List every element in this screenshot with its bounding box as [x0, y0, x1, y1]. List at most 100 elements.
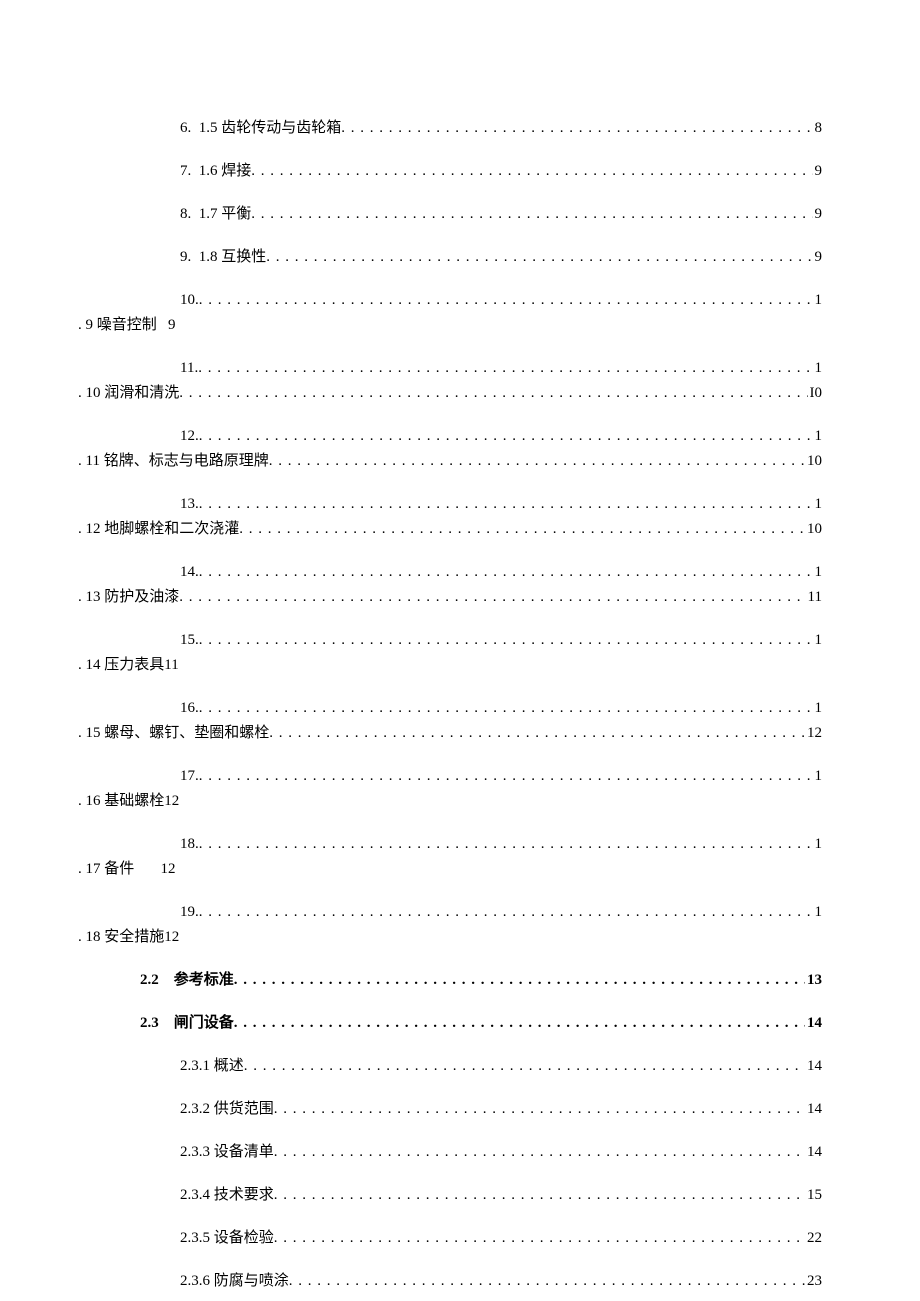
toc-leader-dots — [199, 834, 813, 855]
toc-label: 6. 1.5 齿轮传动与齿轮箱 — [180, 118, 341, 139]
toc-page-number-partial: 1 — [813, 766, 823, 787]
toc-leader-dots — [179, 587, 805, 608]
toc-label: 2.3.5 设备检验 — [180, 1228, 274, 1249]
toc-leader-dots — [199, 698, 813, 719]
toc-number: 14. — [180, 562, 199, 583]
toc-leader-dots — [198, 358, 812, 379]
toc-label-continuation: . 9 噪音控制 9 — [78, 315, 176, 336]
toc-leader-dots — [341, 118, 812, 139]
toc-leader-dots — [274, 1099, 805, 1120]
toc-number: 13. — [180, 494, 199, 515]
toc-page-number-partial: 1 — [813, 494, 823, 515]
toc-leader-dots — [199, 902, 813, 923]
toc-number: 12. — [180, 426, 199, 447]
toc-number: 17. — [180, 766, 199, 787]
page-container: 6. 1.5 齿轮传动与齿轮箱 8 7. 1.6 焊接 9 8. 1.7 平衡 … — [0, 0, 920, 1301]
toc-leader-dots — [199, 494, 813, 515]
toc-number: 18. — [180, 834, 199, 855]
toc-page-number: 13 — [805, 970, 822, 991]
toc-entry: 2.3.1 概述 14 — [180, 1056, 822, 1077]
toc-leader-dots — [289, 1271, 805, 1292]
toc-leader-dots — [274, 1142, 805, 1163]
toc-section: 2.2 参考标准 13 — [140, 970, 822, 991]
toc-label: 8. 1.7 平衡 — [180, 204, 251, 225]
toc-leader-dots — [251, 161, 812, 182]
toc-leader-dots — [179, 383, 807, 404]
toc-page-number-partial: 1 — [813, 358, 823, 379]
toc-page-number: 14 — [805, 1056, 822, 1077]
toc-page-number: 22 — [805, 1228, 822, 1249]
toc-page-number: 14 — [805, 1013, 822, 1034]
toc-label: 7. 1.6 焊接 — [180, 161, 251, 182]
toc-leader-dots — [199, 766, 813, 787]
toc-entry-wrapped: 14. 1 . 13 防护及油漆 11 — [78, 562, 822, 608]
toc-label-continuation: . 11 铭牌、标志与电路原理牌 — [78, 451, 269, 472]
toc-leader-dots — [269, 451, 805, 472]
toc-page-number: 15 — [805, 1185, 822, 1206]
toc-entry: 2.3.3 设备清单 14 — [180, 1142, 822, 1163]
toc-label: 2.3.4 技术要求 — [180, 1185, 274, 1206]
toc-entry-wrapped: 17. 1 . 16 基础螺栓12 — [78, 766, 822, 812]
toc-label: 2.3.3 设备清单 — [180, 1142, 274, 1163]
toc-page-number-partial: 1 — [813, 902, 823, 923]
toc-entry: 9. 1.8 互换性 9 — [180, 247, 822, 268]
toc-entry: 6. 1.5 齿轮传动与齿轮箱 8 — [180, 118, 822, 139]
toc-entry: 2.3.6 防腐与喷涂 23 — [180, 1271, 822, 1292]
toc-page-number-partial: 1 — [813, 698, 823, 719]
toc-label-continuation: . 15 螺母、螺钉、垫圈和螺栓 — [78, 723, 269, 744]
toc-leader-dots — [274, 1228, 805, 1249]
toc-page-number-partial: 1 — [813, 290, 823, 311]
toc-leader-dots — [266, 247, 812, 268]
toc-label-continuation: . 18 安全措施12 — [78, 927, 179, 948]
toc-page-number-partial: 1 — [813, 426, 823, 447]
toc-label: 2.3.2 供货范围 — [180, 1099, 274, 1120]
toc-entry-wrapped: 10. 1 . 9 噪音控制 9 — [78, 290, 822, 336]
toc-leader-dots — [234, 1013, 805, 1034]
toc-label: 2.3 闸门设备 — [140, 1013, 234, 1034]
toc-number: 19. — [180, 902, 199, 923]
toc-label-continuation: . 14 压力表具11 — [78, 655, 179, 676]
toc-number: 11. — [180, 358, 198, 379]
toc-entry: 2.3.2 供货范围 14 — [180, 1099, 822, 1120]
toc-leader-dots — [239, 519, 805, 540]
toc-label: 2.3.1 概述 — [180, 1056, 244, 1077]
toc-page-number: 12 — [805, 723, 822, 744]
toc-label: 2.3.6 防腐与喷涂 — [180, 1271, 289, 1292]
toc-label-continuation: . 16 基础螺栓12 — [78, 791, 179, 812]
toc-leader-dots — [251, 204, 812, 225]
toc-page-number: 11 — [806, 587, 822, 608]
toc-leader-dots — [234, 970, 805, 991]
toc-page-number: 10 — [805, 451, 822, 472]
toc-label: 2.2 参考标准 — [140, 970, 234, 991]
toc-entry-wrapped: 19. 1 . 18 安全措施12 — [78, 902, 822, 948]
toc-label-continuation: . 13 防护及油漆 — [78, 587, 179, 608]
toc-page-number-partial: 1 — [813, 834, 823, 855]
toc-entry: 8. 1.7 平衡 9 — [180, 204, 822, 225]
toc-leader-dots — [199, 630, 813, 651]
toc-page-number: 10 — [805, 519, 822, 540]
toc-label-continuation: . 17 备件 12 — [78, 859, 176, 880]
toc-page-number: 14 — [805, 1099, 822, 1120]
toc-leader-dots — [199, 290, 813, 311]
toc-leader-dots — [199, 562, 813, 583]
toc-label-continuation: . 10 润滑和清洗 — [78, 383, 179, 404]
toc-section: 2.3 闸门设备 14 — [140, 1013, 822, 1034]
toc-page-number: 9 — [813, 204, 823, 225]
toc-label: 9. 1.8 互换性 — [180, 247, 266, 268]
toc-number: 15. — [180, 630, 199, 651]
toc-page-number: 8 — [813, 118, 823, 139]
toc-leader-dots — [274, 1185, 805, 1206]
toc-page-number-partial: 1 — [813, 562, 823, 583]
toc-entry-wrapped: 18. 1 . 17 备件 12 — [78, 834, 822, 880]
toc-page-number: 23 — [805, 1271, 822, 1292]
toc-page-number-partial: 1 — [813, 630, 823, 651]
toc-entry-wrapped: 15. 1 . 14 压力表具11 — [78, 630, 822, 676]
toc-entry: 2.3.5 设备检验 22 — [180, 1228, 822, 1249]
toc-entry: 2.3.4 技术要求 15 — [180, 1185, 822, 1206]
toc-leader-dots — [199, 426, 813, 447]
toc-entry-wrapped: 11. 1 . 10 润滑和清洗 I0 — [78, 358, 822, 404]
toc-page-number: I0 — [808, 383, 823, 404]
toc-entry-wrapped: 16.1 . 15 螺母、螺钉、垫圈和螺栓12 — [78, 698, 822, 744]
toc-number: 10. — [180, 290, 199, 311]
toc-entry-wrapped: 12. 1 . 11 铭牌、标志与电路原理牌 10 — [78, 426, 822, 472]
